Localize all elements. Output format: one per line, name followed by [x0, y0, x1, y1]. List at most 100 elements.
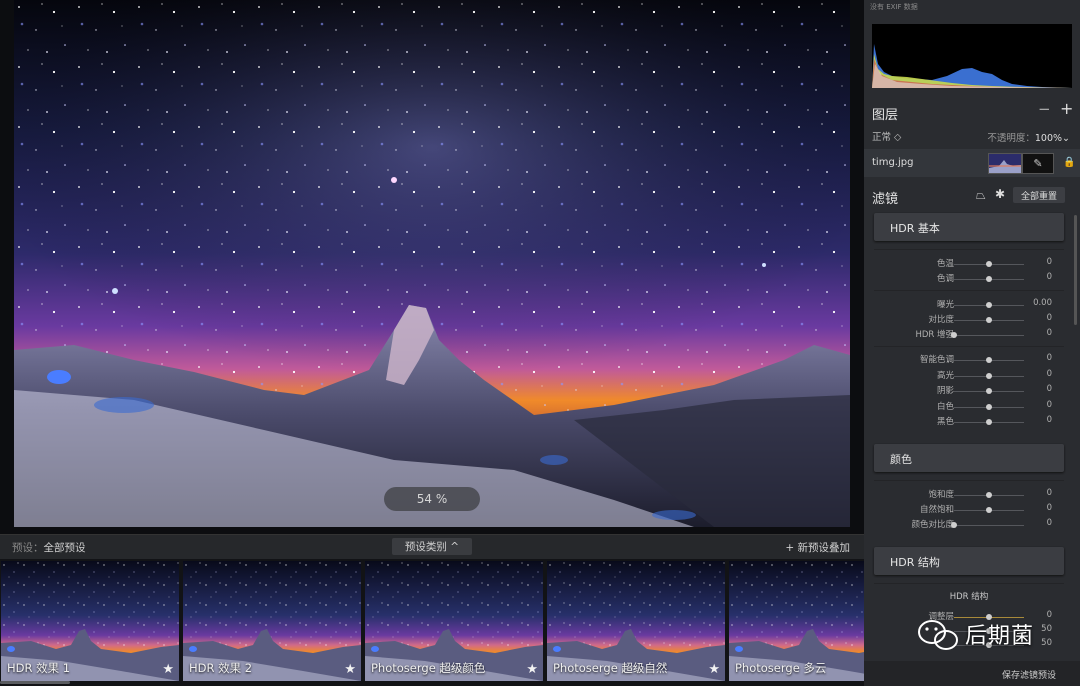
- opacity-label: 不透明度：: [987, 133, 1035, 144]
- section-hdr-basic[interactable]: HDR 基本: [874, 213, 1064, 241]
- slider-knob[interactable]: [986, 507, 992, 513]
- remove-layer-button[interactable]: −: [1038, 100, 1051, 118]
- slider-label: 饱和度: [928, 490, 954, 500]
- slider-row[interactable]: HDR 增强 0: [874, 328, 1064, 342]
- opacity-value[interactable]: 100%⌄: [1035, 133, 1070, 144]
- layers-title: 图层: [872, 108, 899, 123]
- favorite-star-icon[interactable]: ★: [344, 662, 356, 677]
- slider-value: 0.00: [1033, 298, 1052, 308]
- slider-knob[interactable]: [951, 522, 957, 528]
- thumbnail-scrollbar[interactable]: [0, 681, 70, 684]
- layer-row[interactable]: timg.jpg ✎ 🔒: [864, 149, 1080, 177]
- preset-thumbnail[interactable]: HDR 效果 2 ★: [183, 561, 361, 681]
- color-group: 饱和度 0 自然饱和 0 颜色对比度 0: [874, 480, 1064, 541]
- brush-icon[interactable]: ✎: [1022, 153, 1054, 174]
- section-hdr-structure[interactable]: HDR 结构: [874, 547, 1064, 575]
- lock-icon[interactable]: 🔒: [1063, 157, 1075, 168]
- slider-label: 白色: [936, 401, 954, 412]
- add-preset-overlay-button[interactable]: + 新预设叠加: [785, 540, 850, 555]
- watermark-text: 后期菌: [965, 624, 1035, 649]
- opacity-control[interactable]: 不透明度：100%⌄: [987, 130, 1070, 144]
- hdr-basic-group-3: 智能色调 0 高光 0 阴影 0 白色 0 黑色 0: [874, 346, 1064, 437]
- slider-knob[interactable]: [986, 317, 992, 323]
- preset-filter-label[interactable]: 预设：全部预设: [12, 540, 86, 555]
- panel-scrollbar[interactable]: [1074, 215, 1077, 325]
- slider-value: 0: [1046, 313, 1052, 323]
- preset-label-value: 全部预设: [43, 541, 86, 554]
- slider-knob[interactable]: [986, 403, 992, 410]
- slider-row[interactable]: 白色 0: [874, 400, 1064, 414]
- slider-value: 0: [1046, 257, 1052, 267]
- slider-row[interactable]: 色调 0: [874, 272, 1064, 286]
- slider-track[interactable]: [954, 335, 1024, 336]
- favorite-star-icon[interactable]: ★: [708, 662, 720, 677]
- slider-value: 0: [1046, 488, 1052, 498]
- slider-value: 0: [1046, 399, 1052, 410]
- hdr-basic-group-2: 曝光 0.00 对比度 0 HDR 增强 0: [874, 290, 1064, 346]
- slider-label: HDR 增强: [915, 330, 954, 340]
- section-title: HDR 基本: [890, 222, 940, 235]
- slider-row[interactable]: 色温 0: [874, 257, 1064, 271]
- photo-preview[interactable]: [14, 0, 850, 527]
- slider-row[interactable]: 饱和度 0: [874, 488, 1064, 502]
- slider-value: 0: [1046, 503, 1052, 513]
- preset-name: Photoserge 超级自然: [553, 661, 668, 675]
- preset-thumbnail-strip[interactable]: HDR 效果 1 ★ HDR 效果 2 ★ Photoserge 超级颜色 ★ Photos…: [0, 559, 864, 686]
- hdr-basic-group-1: 色温 0 色调 0: [874, 249, 1064, 290]
- layer-thumbnail[interactable]: [988, 153, 1022, 174]
- slider-label: 智能色调: [919, 355, 954, 365]
- gear-icon[interactable]: ✱: [995, 187, 1005, 201]
- preset-category-button[interactable]: 预设类别 ^: [392, 538, 472, 555]
- slider-row[interactable]: 颜色对比度 0: [874, 518, 1064, 532]
- slider-knob[interactable]: [951, 332, 957, 338]
- filters-title: 滤镜: [872, 192, 899, 207]
- preset-thumbnail[interactable]: Photoserge 超级颜色 ★: [365, 561, 543, 681]
- slider-label: 色调: [936, 274, 954, 284]
- right-panel: 没有 EXIF 数据 图层 − + 正常 ◇ 不透明度：100%⌄ timg.j…: [864, 0, 1080, 686]
- favorite-star-icon[interactable]: ★: [526, 662, 538, 677]
- slider-knob[interactable]: [986, 357, 992, 363]
- slider-knob[interactable]: [986, 261, 992, 267]
- slider-row[interactable]: 黑色 0: [874, 415, 1064, 429]
- slider-knob[interactable]: [986, 492, 992, 498]
- slider-knob[interactable]: [986, 388, 992, 394]
- slider-value: 0: [1046, 353, 1052, 363]
- slider-value: 0: [1046, 518, 1052, 528]
- slider-knob[interactable]: [986, 276, 992, 282]
- preset-thumbnail[interactable]: HDR 效果 1 ★: [1, 561, 179, 681]
- slider-knob[interactable]: [986, 372, 992, 379]
- reset-all-button[interactable]: 全部重置: [1013, 187, 1065, 203]
- slider-knob[interactable]: [986, 419, 992, 425]
- slider-label: 色温: [936, 259, 954, 269]
- preset-label-prefix: 预设：: [12, 541, 44, 554]
- slider-row[interactable]: 高光 0: [874, 369, 1064, 383]
- layer-name: timg.jpg: [872, 157, 914, 168]
- section-title: HDR 结构: [890, 556, 940, 569]
- slider-value: 0: [1046, 272, 1052, 282]
- slider-value: 0: [1046, 415, 1052, 425]
- slider-row[interactable]: 曝光 0.00: [874, 298, 1064, 312]
- slider-row[interactable]: 自然饱和 0: [874, 503, 1064, 517]
- slider-label: 曝光: [936, 300, 954, 310]
- blend-mode-select[interactable]: 正常 ◇: [872, 129, 901, 143]
- section-color[interactable]: 颜色: [874, 444, 1064, 472]
- mask-icon[interactable]: ⏢: [976, 188, 986, 203]
- preset-name: HDR 效果 1: [7, 661, 71, 675]
- slider-row[interactable]: 智能色调 0: [874, 353, 1064, 367]
- image-canvas[interactable]: 54 %: [0, 0, 864, 534]
- hdr-structure-subtitle: HDR 结构: [949, 592, 989, 602]
- slider-value: 0: [1046, 368, 1052, 379]
- zoom-level-indicator[interactable]: 54 %: [384, 487, 480, 511]
- slider-row[interactable]: 对比度 0: [874, 313, 1064, 327]
- app-window: 54 % 预设：全部预设 预设类别 ^ + 新预设叠加 HDR 效果 1 ★ HDR…: [0, 0, 1080, 686]
- save-filter-preset-button[interactable]: 保存滤镜预设: [864, 661, 1080, 686]
- exif-note: 没有 EXIF 数据: [870, 3, 918, 11]
- add-layer-button[interactable]: +: [1060, 99, 1073, 118]
- slider-row[interactable]: 阴影 0: [874, 384, 1064, 398]
- slider-knob[interactable]: [986, 302, 992, 308]
- favorite-star-icon[interactable]: ★: [162, 662, 174, 677]
- slider-track[interactable]: [954, 525, 1024, 526]
- slider-label: 颜色对比度: [911, 520, 954, 530]
- preset-thumbnail[interactable]: Photoserge 超级自然 ★: [547, 561, 725, 681]
- preset-thumbnail[interactable]: Photoserge 多云: [729, 561, 864, 681]
